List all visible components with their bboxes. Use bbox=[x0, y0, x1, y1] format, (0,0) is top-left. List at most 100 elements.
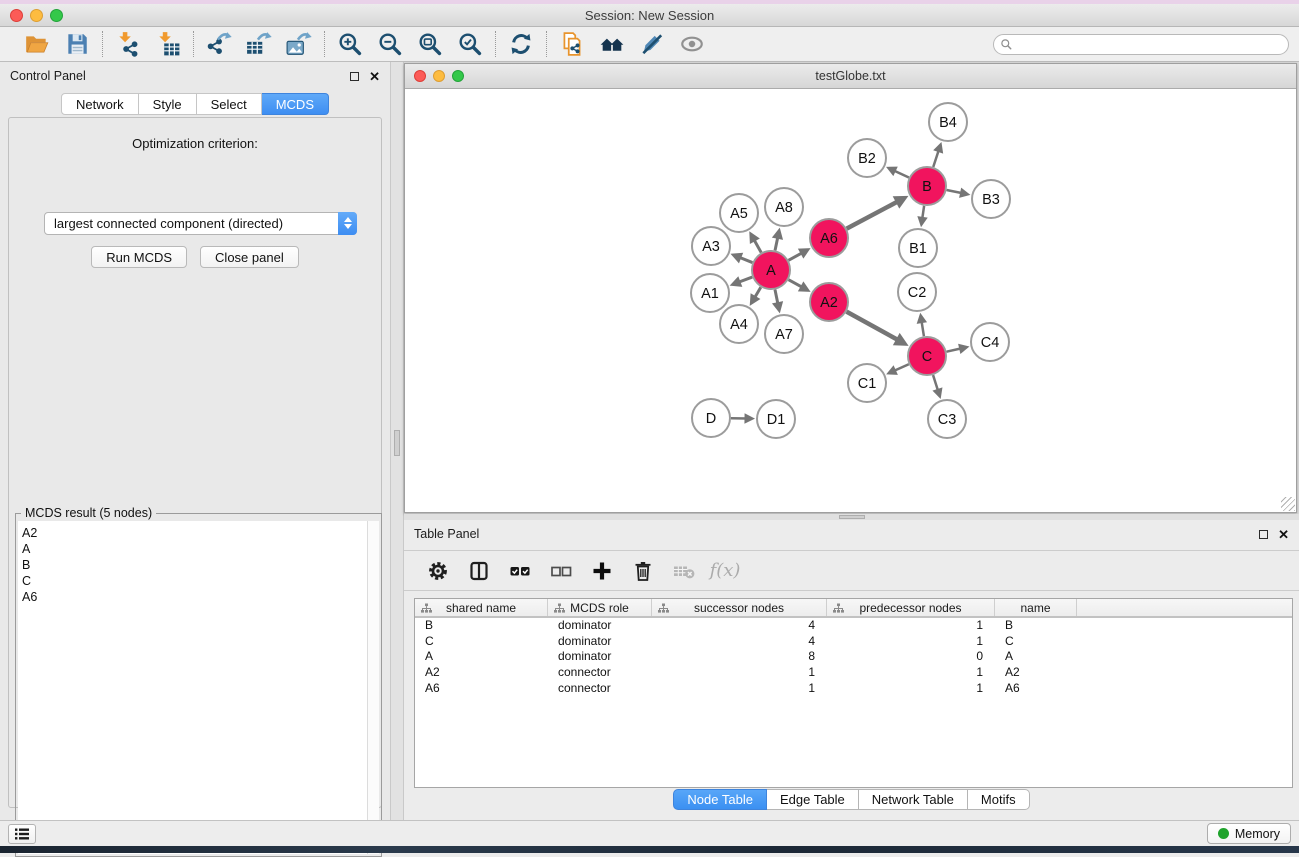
table-row[interactable]: Cdominator41C bbox=[415, 634, 1292, 650]
delete-row-button[interactable] bbox=[629, 557, 657, 585]
mcds-result-list[interactable]: A2ABCA6 bbox=[18, 521, 367, 854]
open-session-button[interactable] bbox=[23, 30, 51, 58]
graph-edge-B-B3[interactable] bbox=[947, 190, 962, 193]
zoom-selected-button[interactable] bbox=[456, 30, 484, 58]
network-canvas[interactable]: A5A8A6A3AA1A2A4A7B2B4BB3B1C2CC4C1C3DD1 bbox=[405, 89, 1296, 512]
table-tab-motifs[interactable]: Motifs bbox=[968, 789, 1030, 810]
result-item[interactable]: A6 bbox=[22, 589, 367, 605]
float-panel-icon[interactable] bbox=[350, 72, 359, 81]
graph-edge-A-A6[interactable] bbox=[789, 253, 803, 261]
node-label: A7 bbox=[775, 327, 793, 343]
result-item[interactable]: A2 bbox=[22, 525, 367, 541]
close-panel-button[interactable]: Close panel bbox=[200, 246, 299, 268]
graph-edge-A-A8[interactable] bbox=[775, 237, 778, 251]
column-header-predecessor-nodes[interactable]: predecessor nodes bbox=[827, 599, 995, 616]
column-header-name[interactable]: name bbox=[995, 599, 1077, 616]
graph-edge-A-A3[interactable] bbox=[739, 257, 752, 262]
node-table[interactable]: shared nameMCDS rolesuccessor nodesprede… bbox=[414, 598, 1293, 788]
graph-edge-C-C2[interactable] bbox=[922, 321, 924, 336]
edge-arrowhead-icon bbox=[959, 188, 970, 198]
control-tab-network[interactable]: Network bbox=[61, 93, 139, 115]
graph-edge-C-C1[interactable] bbox=[894, 364, 909, 371]
vertical-splitter[interactable] bbox=[390, 62, 404, 820]
export-network-button[interactable] bbox=[205, 30, 233, 58]
graph-edge-A2-C[interactable] bbox=[847, 312, 898, 340]
column-header-successor-nodes[interactable]: successor nodes bbox=[652, 599, 827, 616]
zoom-fit-icon bbox=[417, 31, 443, 57]
close-panel-icon[interactable]: ✕ bbox=[1278, 530, 1289, 539]
add-row-button[interactable] bbox=[588, 557, 616, 585]
edge-arrowhead-icon bbox=[917, 313, 927, 324]
export-image-button[interactable] bbox=[285, 30, 313, 58]
table-settings-button[interactable] bbox=[424, 557, 452, 585]
zoom-out-button[interactable] bbox=[376, 30, 404, 58]
zoom-fit-button[interactable] bbox=[416, 30, 444, 58]
graph-edge-B-B2[interactable] bbox=[894, 170, 909, 177]
node-label: D bbox=[706, 411, 716, 427]
graph-edge-A-A2[interactable] bbox=[789, 280, 803, 288]
network-window-titlebar[interactable]: testGlobe.txt bbox=[405, 64, 1296, 89]
result-scrollbar[interactable] bbox=[367, 521, 379, 854]
table-row[interactable]: Adominator80A bbox=[415, 649, 1292, 665]
graph-edge-A-A1[interactable] bbox=[738, 277, 752, 282]
column-header-shared-name[interactable]: shared name bbox=[415, 599, 548, 616]
delete-table-button[interactable] bbox=[670, 557, 698, 585]
table-tab-edge-table[interactable]: Edge Table bbox=[767, 789, 859, 810]
close-panel-icon[interactable]: ✕ bbox=[369, 72, 380, 81]
splitter-handle[interactable] bbox=[839, 515, 865, 519]
result-item[interactable]: C bbox=[22, 573, 367, 589]
export-image-icon bbox=[286, 31, 312, 57]
graph-edge-B-B4[interactable] bbox=[933, 150, 939, 167]
table-cell: connector bbox=[548, 681, 652, 697]
control-tab-mcds[interactable]: MCDS bbox=[262, 93, 329, 115]
column-header-MCDS-role[interactable]: MCDS role bbox=[548, 599, 652, 616]
graph-edge-A-A5[interactable] bbox=[754, 240, 761, 253]
criterion-dropdown[interactable]: largest connected component (directed) bbox=[44, 212, 357, 235]
task-history-button[interactable] bbox=[8, 824, 36, 844]
show-columns-button[interactable] bbox=[465, 557, 493, 585]
houses-icon bbox=[599, 31, 625, 57]
control-tab-select[interactable]: Select bbox=[197, 93, 262, 115]
function-builder-button[interactable]: f(x) bbox=[711, 557, 739, 585]
splitter-handle[interactable] bbox=[394, 430, 400, 456]
search-field[interactable] bbox=[993, 34, 1289, 55]
float-panel-icon[interactable] bbox=[1259, 530, 1268, 539]
table-tab-network-table[interactable]: Network Table bbox=[859, 789, 968, 810]
run-mcds-button[interactable]: Run MCDS bbox=[91, 246, 187, 268]
select-all-button[interactable] bbox=[506, 557, 534, 585]
import-network-icon bbox=[115, 31, 141, 57]
graph-edge-C-C3[interactable] bbox=[933, 375, 938, 391]
node-label: B bbox=[922, 179, 932, 195]
toggle-annotations-button[interactable] bbox=[638, 30, 666, 58]
table-cell: 1 bbox=[827, 665, 995, 681]
save-session-button[interactable] bbox=[63, 30, 91, 58]
control-tab-style[interactable]: Style bbox=[139, 93, 197, 115]
result-item[interactable]: A bbox=[22, 541, 367, 557]
table-row[interactable]: Bdominator41B bbox=[415, 618, 1292, 634]
refresh-button[interactable] bbox=[507, 30, 535, 58]
search-input[interactable] bbox=[1013, 36, 1288, 53]
home-button[interactable] bbox=[598, 30, 626, 58]
toggle-visibility-button[interactable] bbox=[678, 30, 706, 58]
table-row[interactable]: A6connector11A6 bbox=[415, 681, 1292, 697]
duplicate-network-button[interactable] bbox=[558, 30, 586, 58]
edge-arrowhead-icon bbox=[958, 344, 969, 354]
result-item[interactable]: B bbox=[22, 557, 367, 573]
table-row[interactable]: A2connector11A2 bbox=[415, 665, 1292, 681]
deselect-all-button[interactable] bbox=[547, 557, 575, 585]
graph-edge-A-A7[interactable] bbox=[775, 290, 778, 305]
export-table-button[interactable] bbox=[245, 30, 273, 58]
zoom-in-button[interactable] bbox=[336, 30, 364, 58]
memory-button[interactable]: Memory bbox=[1207, 823, 1291, 844]
node-label: D1 bbox=[767, 412, 786, 428]
import-network-button[interactable] bbox=[114, 30, 142, 58]
import-table-button[interactable] bbox=[154, 30, 182, 58]
network-graph[interactable]: A5A8A6A3AA1A2A4A7B2B4BB3B1C2CC4C1C3DD1 bbox=[405, 89, 1296, 512]
gear-icon bbox=[426, 559, 450, 583]
graph-edge-C-C4[interactable] bbox=[947, 348, 962, 351]
table-tab-node-table[interactable]: Node Table bbox=[673, 789, 767, 810]
app-titlebar: Session: New Session bbox=[0, 4, 1299, 27]
graph-edge-A6-B[interactable] bbox=[847, 202, 898, 229]
node-label: A8 bbox=[775, 200, 793, 216]
resize-grip-icon[interactable] bbox=[1281, 497, 1295, 511]
